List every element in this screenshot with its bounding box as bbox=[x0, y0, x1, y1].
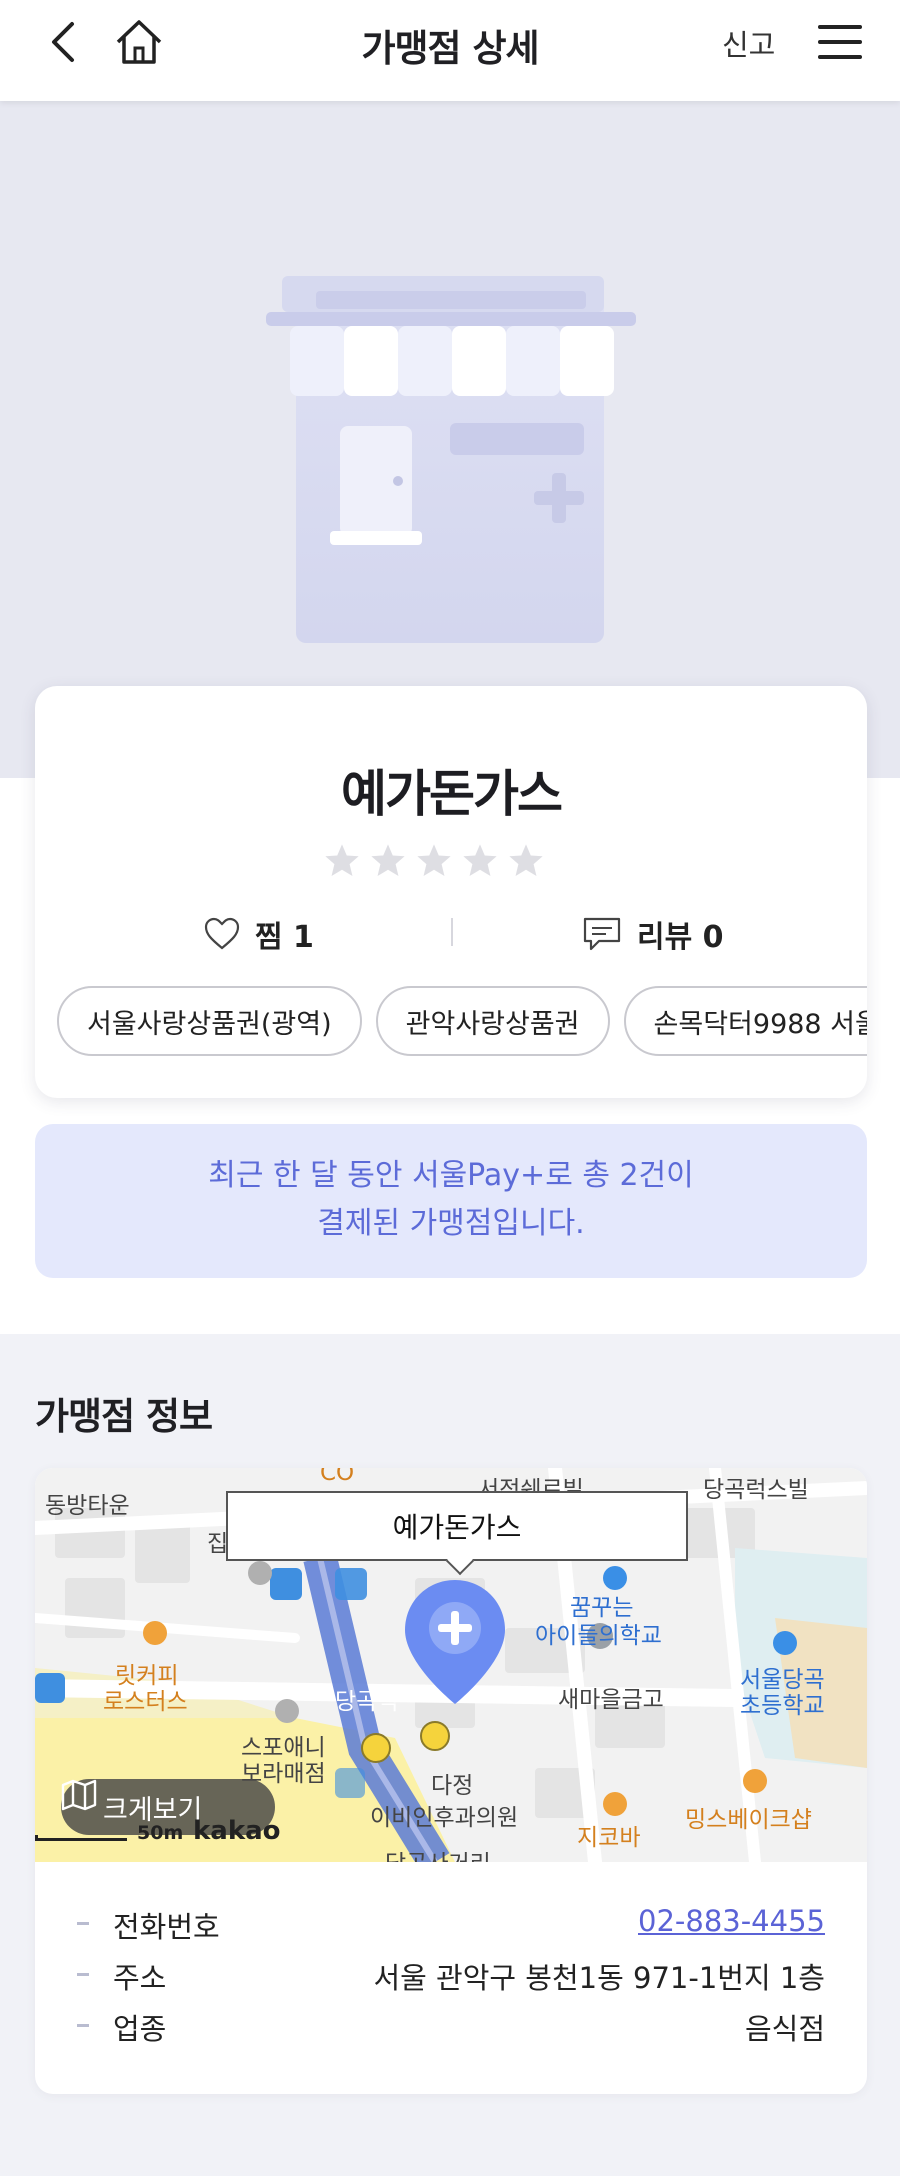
section-title: 가맹점 정보 bbox=[35, 1395, 213, 1438]
rating-stars bbox=[323, 842, 545, 880]
map-place-label: 지코바 bbox=[577, 1825, 641, 1851]
map-marker-label: 예가돈가스 bbox=[226, 1491, 688, 1561]
store-summary-card: 예가돈가스 찜 1 리뷰 0 서울사랑상품권(광역) 관악사랑상품권 손목닥터9… bbox=[35, 686, 867, 1098]
map-place-label: CO bbox=[320, 1468, 355, 1486]
map-place-label: 집 bbox=[207, 1531, 229, 1557]
store-name: 예가돈가스 bbox=[341, 765, 563, 823]
info-label: 주소 bbox=[113, 1961, 167, 1995]
map-place-label: 밍스베이크샵 bbox=[685, 1807, 812, 1833]
map-place-label: 동방타운 bbox=[45, 1493, 130, 1519]
storefront-placeholder-icon bbox=[266, 276, 636, 643]
map-enlarge-label: 크게보기 bbox=[103, 1794, 203, 1826]
report-button[interactable]: 신고 bbox=[722, 22, 775, 64]
map-place-label: 로스터스 bbox=[103, 1689, 188, 1715]
app-header: 가맹점 상세 신고 bbox=[0, 0, 900, 101]
map-place-label: 새마을금고 bbox=[558, 1687, 664, 1713]
store-info-list: 전화번호 02-883-4455 주소 서울 관악구 봉천1동 971-1번지 … bbox=[77, 1900, 825, 2053]
category-value: 음식점 bbox=[744, 2012, 825, 2046]
info-label: 전화번호 bbox=[113, 1910, 220, 1944]
map-place-label: 다정 bbox=[431, 1773, 474, 1799]
notice-line: 최근 한 달 동안 서울Pay+로 총 2건이 bbox=[208, 1158, 694, 1193]
map-place-label: 이비인후과의원 bbox=[370, 1805, 519, 1831]
voucher-tag[interactable]: 서울사랑상품권(광역) bbox=[57, 986, 362, 1056]
stat-divider bbox=[451, 918, 453, 946]
voucher-tag[interactable]: 손목닥터9988 서울페이 bbox=[623, 986, 867, 1056]
review-count: 리뷰 0 bbox=[637, 920, 724, 955]
info-row-phone: 전화번호 02-883-4455 bbox=[77, 1900, 825, 1951]
map-place-label: 당곡역 bbox=[335, 1689, 399, 1715]
map-place-label: 아이들의학교 bbox=[535, 1623, 662, 1649]
star-icon bbox=[371, 844, 405, 877]
speech-bubble-icon bbox=[583, 917, 621, 951]
map-icon bbox=[61, 1779, 97, 1811]
review-button[interactable]: 리뷰 0 bbox=[581, 912, 724, 956]
notice-line: 결제된 가맹점입니다. bbox=[317, 1206, 585, 1241]
store-info-card: 서정쉐르빌 당곡럭스빌 동방타운 집 꿈꾸는 아이들의학교 릿커피 로스터스 당… bbox=[35, 1468, 867, 2094]
star-icon bbox=[463, 844, 497, 877]
store-hero-image bbox=[0, 101, 900, 778]
voucher-tag[interactable]: 관악사랑상품권 bbox=[375, 986, 610, 1056]
map-place-label: 당곡사거리 bbox=[385, 1844, 491, 1862]
heart-icon bbox=[204, 917, 240, 950]
payment-notice: 최근 한 달 동안 서울Pay+로 총 2건이 결제된 가맹점입니다. bbox=[35, 1124, 867, 1278]
star-icon bbox=[509, 844, 543, 877]
map-scale-bar bbox=[35, 1835, 127, 1841]
info-row-category: 업종 음식점 bbox=[77, 2002, 825, 2053]
star-icon bbox=[325, 844, 359, 877]
like-button[interactable]: 찜 1 bbox=[203, 912, 314, 956]
bullet-dash bbox=[77, 1922, 89, 1925]
address-value: 서울 관악구 봉천1동 971-1번지 1층 bbox=[373, 1961, 825, 1995]
hamburger-menu-icon[interactable] bbox=[816, 22, 864, 62]
voucher-tags: 서울사랑상품권(광역) 관악사랑상품권 손목닥터9988 서울페이 bbox=[57, 986, 867, 1056]
like-count: 찜 1 bbox=[255, 920, 314, 955]
bullet-dash bbox=[77, 2024, 89, 2027]
info-row-address: 주소 서울 관악구 봉천1동 971-1번지 1층 bbox=[77, 1951, 825, 2002]
info-label: 업종 bbox=[113, 2012, 167, 2046]
store-map[interactable]: 서정쉐르빌 당곡럭스빌 동방타운 집 꿈꾸는 아이들의학교 릿커피 로스터스 당… bbox=[35, 1468, 867, 1862]
store-stats: 찜 1 리뷰 0 bbox=[35, 904, 867, 960]
star-icon bbox=[417, 844, 451, 877]
bullet-dash bbox=[77, 1973, 89, 1976]
map-scale-label: 50m bbox=[137, 1822, 184, 1844]
map-place-label: 당곡럭스빌 bbox=[703, 1477, 809, 1503]
map-provider-logo: kakao bbox=[193, 1816, 281, 1846]
phone-link[interactable]: 02-883-4455 bbox=[638, 1904, 825, 1938]
map-place-label: 초등학교 bbox=[740, 1693, 825, 1719]
